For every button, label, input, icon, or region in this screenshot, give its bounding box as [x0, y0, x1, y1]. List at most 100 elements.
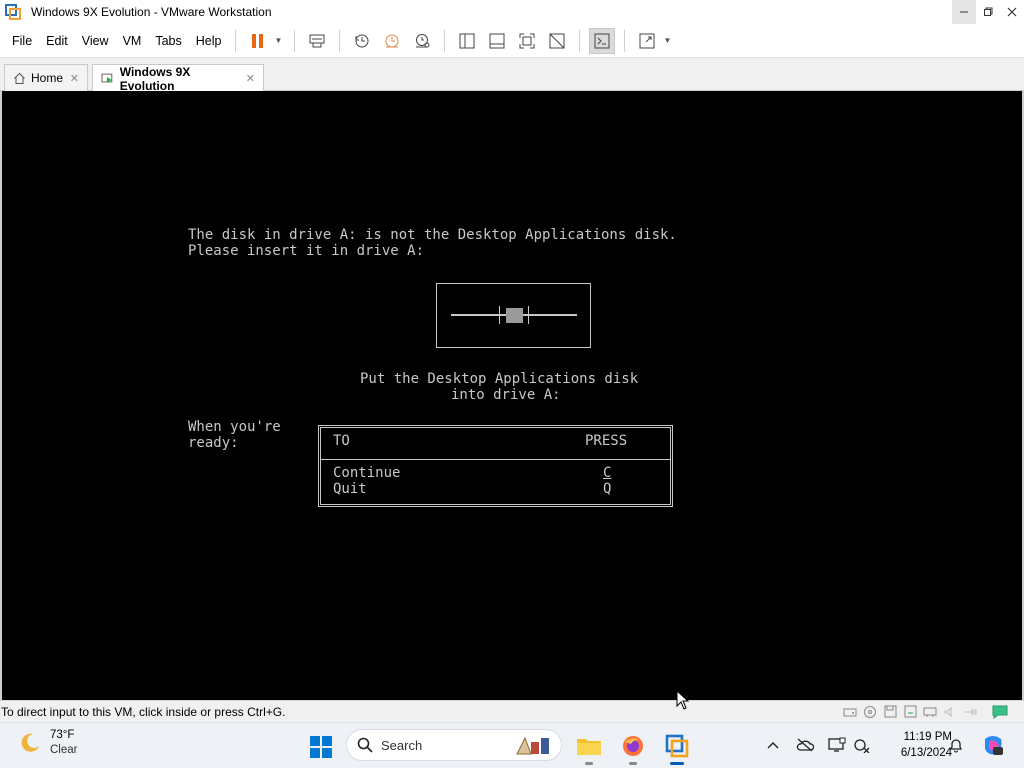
- toolbar-separator: [444, 29, 446, 52]
- option-quit-key[interactable]: Q: [603, 481, 611, 497]
- menu-vm[interactable]: VM: [116, 24, 149, 58]
- show-hidden-icons[interactable]: [763, 735, 783, 755]
- window-title: Windows 9X Evolution - VMware Workstatio…: [31, 5, 272, 19]
- taskbar-file-explorer[interactable]: [573, 730, 605, 765]
- windows-taskbar: 73°F Clear Search 11:19 PM 6/13/2024: [0, 722, 1024, 768]
- clock-time: 11:19 PM: [903, 731, 952, 743]
- toolbar-separator: [579, 29, 581, 52]
- search-placeholder: Search: [381, 737, 423, 753]
- floppy-drive-graphic: [436, 283, 591, 348]
- dos-message-line-1: The disk in drive A: is not the Desktop …: [188, 227, 677, 243]
- windows-logo-icon: [310, 736, 332, 758]
- start-button[interactable]: [305, 731, 337, 763]
- active-indicator: [670, 762, 684, 765]
- close-icon[interactable]: ✕: [70, 72, 79, 85]
- revert-snapshot-icon[interactable]: [379, 28, 405, 54]
- device-status-icons: [842, 705, 1008, 719]
- toolbar-separator: [339, 29, 341, 52]
- weather-temperature: 73°F: [50, 729, 75, 741]
- option-continue-key[interactable]: C: [603, 465, 611, 481]
- floppy-drive-icon[interactable]: [882, 705, 898, 719]
- menu-edit[interactable]: Edit: [39, 24, 75, 58]
- column-header-press: PRESS: [585, 433, 628, 449]
- vmware-window: Windows 9X Evolution - VMware Workstatio…: [0, 0, 1024, 768]
- display-icon[interactable]: [827, 735, 847, 755]
- dos-message-line-2: Please insert it in drive A:: [188, 243, 425, 259]
- floppy-drive-2-icon[interactable]: [902, 705, 918, 719]
- weather-condition: Clear: [50, 744, 78, 756]
- vm-console[interactable]: The disk in drive A: is not the Desktop …: [0, 91, 1024, 700]
- stretch-view-icon[interactable]: [634, 28, 660, 54]
- stretch-dropdown-icon[interactable]: ▼: [662, 28, 672, 54]
- minimize-button[interactable]: [952, 0, 976, 24]
- firefox-icon: [623, 736, 643, 756]
- library-icon[interactable]: [454, 28, 480, 54]
- unity-icon[interactable]: [544, 28, 570, 54]
- menu-view[interactable]: View: [75, 24, 116, 58]
- notifications-bell-icon[interactable]: [946, 735, 966, 755]
- toolbar-separator: [235, 29, 237, 52]
- home-icon: [14, 72, 25, 84]
- running-indicator: [585, 762, 593, 765]
- close-icon[interactable]: ✕: [246, 72, 255, 85]
- network-disconnected-icon[interactable]: [852, 735, 872, 755]
- menu-file[interactable]: File: [0, 24, 39, 58]
- insert-instruction-line-2: into drive A:: [451, 387, 561, 403]
- tab-home[interactable]: Home ✕: [4, 64, 88, 91]
- tab-home-label: Home: [31, 71, 64, 85]
- console-view-icon[interactable]: [589, 27, 616, 54]
- vmware-icon: [665, 734, 689, 758]
- send-ctrl-alt-del-icon[interactable]: [304, 28, 330, 54]
- folder-icon: [577, 739, 601, 755]
- column-header-to: TO: [333, 433, 350, 449]
- moon-icon: [21, 733, 39, 752]
- close-button[interactable]: [1000, 0, 1024, 24]
- table-divider: [321, 459, 670, 460]
- search-icon: [357, 737, 373, 753]
- toolbar-separator: [624, 29, 626, 52]
- when-ready-label-1: When you're: [188, 419, 281, 435]
- status-message: To direct input to this VM, click inside…: [1, 704, 286, 719]
- menu-help[interactable]: Help: [189, 24, 229, 58]
- running-indicator: [629, 762, 637, 765]
- pause-dropdown-icon[interactable]: ▼: [273, 28, 283, 54]
- restore-button[interactable]: [976, 0, 1000, 24]
- drive-slot-tick: [528, 306, 529, 324]
- snapshot-manager-icon[interactable]: [409, 28, 435, 54]
- cd-drive-icon[interactable]: [862, 705, 878, 719]
- menu-toolbar: File Edit View VM Tabs Help ▼ ▼: [0, 24, 1024, 58]
- network-adapter-icon[interactable]: [922, 705, 938, 719]
- drive-latch: [506, 308, 523, 323]
- usb-device-icon[interactable]: [962, 705, 978, 719]
- weather-widget[interactable]: 73°F Clear: [18, 728, 77, 758]
- insert-instruction-line-1: Put the Desktop Applications disk: [360, 371, 639, 387]
- message-log-icon[interactable]: [992, 705, 1008, 719]
- vm-icon: [101, 73, 113, 83]
- hard-disk-icon[interactable]: [842, 705, 858, 719]
- clock-date: 6/13/2024: [900, 747, 952, 759]
- thumbnail-bar-icon[interactable]: [484, 28, 510, 54]
- search-highlight-icon: [516, 736, 549, 755]
- onedrive-icon[interactable]: [795, 735, 815, 755]
- full-screen-icon[interactable]: [514, 28, 540, 54]
- option-continue-label: Continue: [333, 465, 401, 481]
- when-ready-label-2: ready:: [188, 435, 239, 451]
- taskbar-search[interactable]: Search: [346, 729, 562, 761]
- sound-card-icon[interactable]: [942, 705, 958, 719]
- taskbar-vmware[interactable]: [661, 730, 693, 765]
- mouse-cursor-icon: [676, 690, 689, 710]
- menu-tabs[interactable]: Tabs: [148, 24, 188, 58]
- option-quit-label: Quit: [333, 481, 367, 497]
- title-bar: Windows 9X Evolution - VMware Workstatio…: [0, 0, 1024, 24]
- chevron-up-icon: [767, 742, 779, 749]
- toolbar-separator: [294, 29, 296, 52]
- tab-windows-9x-evolution[interactable]: Windows 9X Evolution ✕: [92, 64, 264, 93]
- snapshot-icon[interactable]: [349, 28, 375, 54]
- pause-button[interactable]: [245, 28, 271, 54]
- drive-slot-tick: [499, 306, 500, 324]
- tab-vm-label: Windows 9X Evolution: [119, 64, 191, 93]
- copilot-icon[interactable]: [980, 732, 1006, 758]
- system-clock[interactable]: 11:19 PM 6/13/2024: [872, 729, 952, 761]
- taskbar-firefox[interactable]: [617, 730, 649, 765]
- tab-bar: Home ✕ Windows 9X Evolution ✕: [0, 59, 1024, 93]
